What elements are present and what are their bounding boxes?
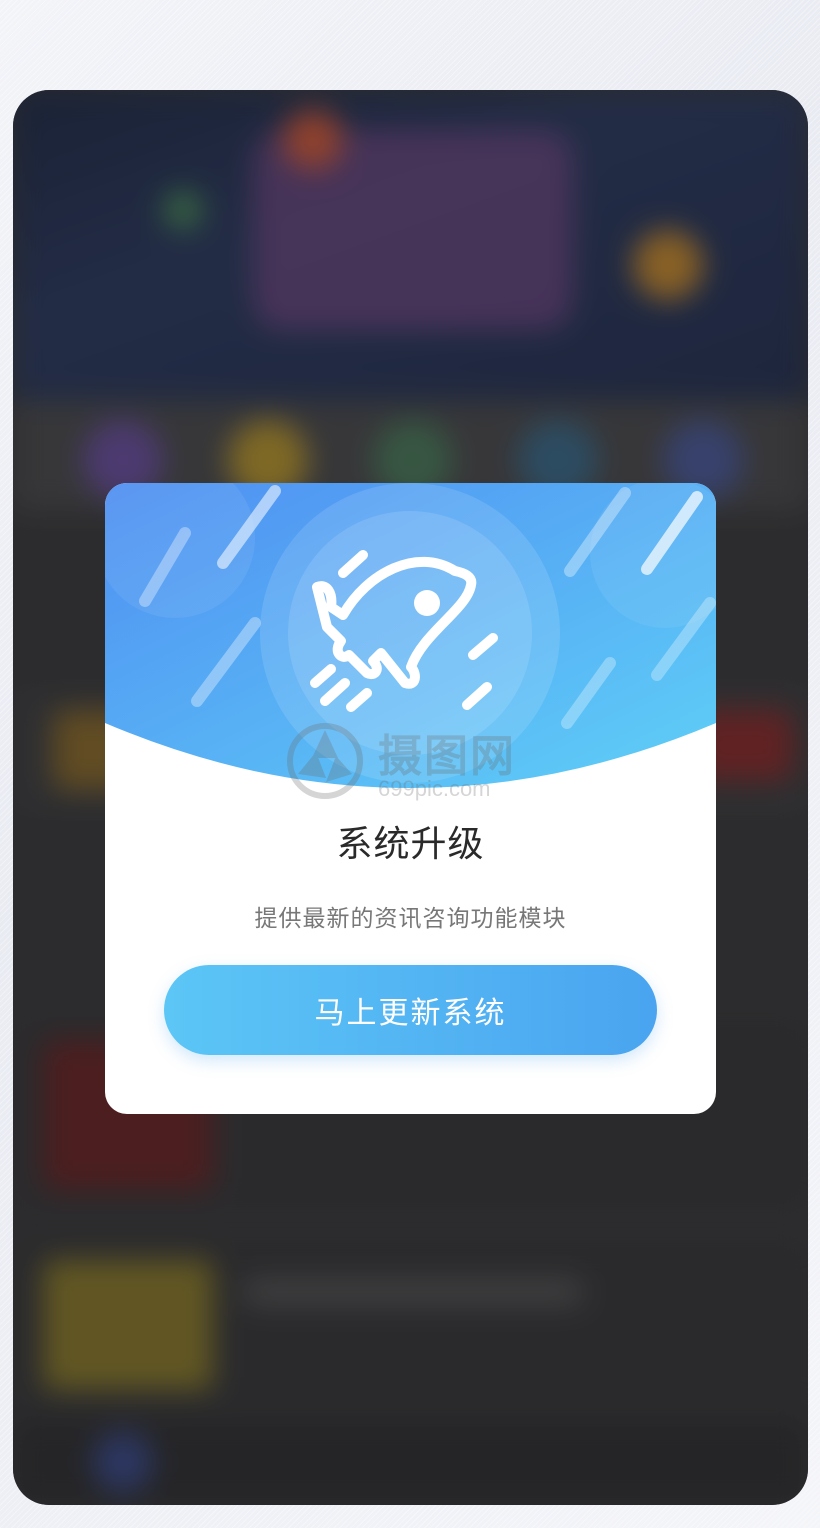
update-dialog: 系统升级 提供最新的资讯咨询功能模块 马上更新系统 (105, 483, 716, 1114)
update-now-button[interactable]: 马上更新系统 (164, 965, 657, 1055)
dialog-title: 系统升级 (336, 824, 485, 865)
dialog-header-illustration (105, 483, 716, 788)
dialog-subtitle: 提供最新的资讯咨询功能模块 (254, 906, 567, 932)
